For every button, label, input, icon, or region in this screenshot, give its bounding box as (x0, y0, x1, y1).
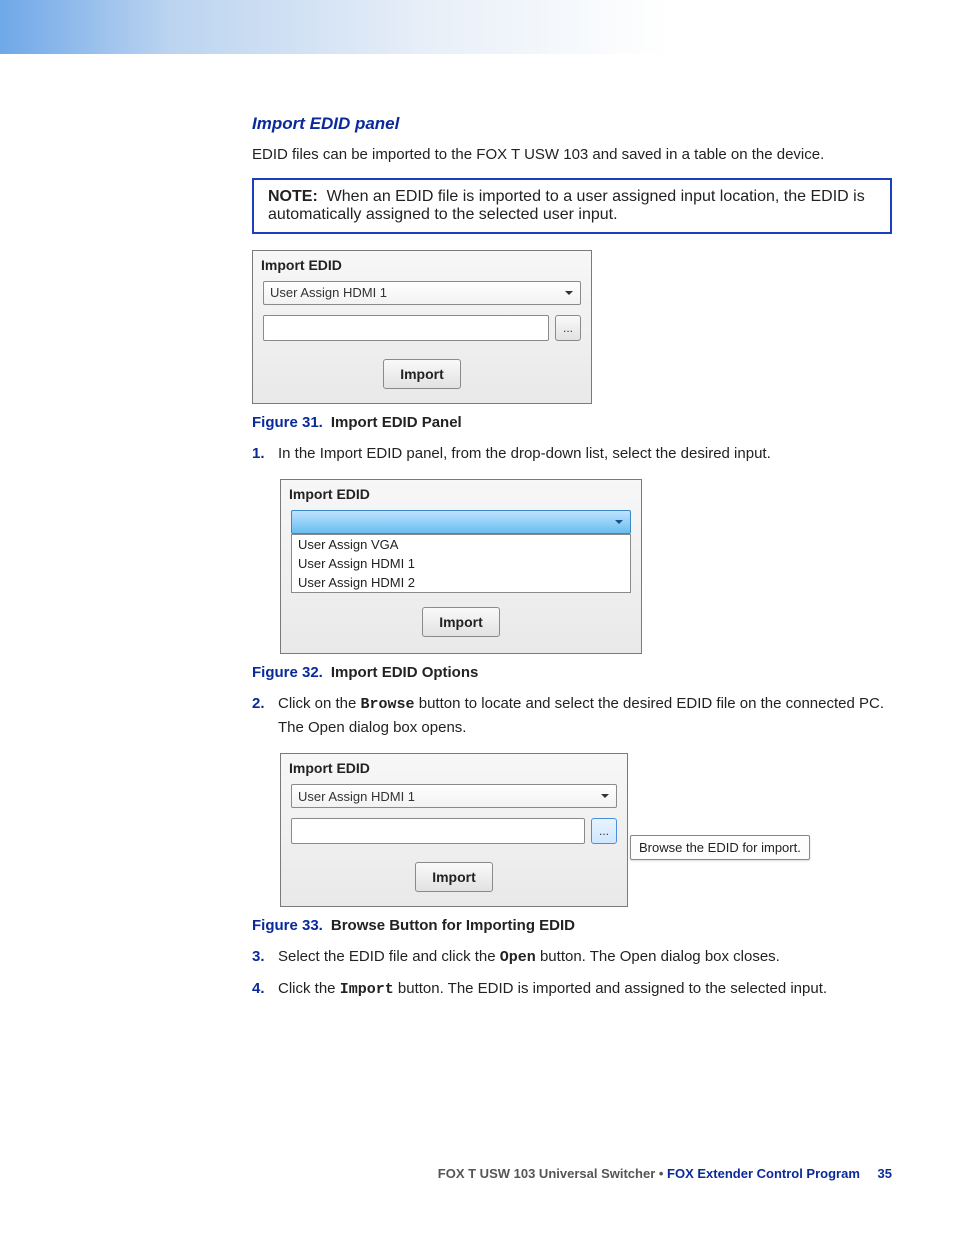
figure-caption: Figure 31. Import EDID Panel (252, 414, 892, 431)
step-number: 2. (252, 693, 265, 716)
figure-number: Figure 33. (252, 917, 323, 934)
section-heading: Import EDID panel (252, 114, 892, 134)
figure-number: Figure 31. (252, 414, 323, 431)
footer-section: FOX Extender Control Program (667, 1166, 860, 1181)
input-dropdown[interactable]: User Assign HDMI 1 (263, 281, 581, 305)
intro-text: EDID files can be imported to the FOX T … (252, 144, 892, 166)
step-text: Select the EDID file and click the Open … (278, 948, 780, 965)
step-text: Click the Import button. The EDID is imp… (278, 980, 827, 997)
dropdown-option[interactable]: User Assign HDMI 1 (292, 554, 630, 573)
chevron-down-icon (564, 288, 574, 298)
step-text: Click on the Browse button to locate and… (278, 695, 884, 736)
input-dropdown-open[interactable] (291, 510, 631, 534)
step-number: 4. (252, 978, 265, 1001)
browse-button[interactable]: ... (555, 315, 581, 341)
note-text: When an EDID file is imported to a user … (268, 188, 865, 223)
file-path-input[interactable] (263, 315, 549, 341)
step-item: 3. Select the EDID file and click the Op… (252, 946, 892, 970)
import-button[interactable]: Import (422, 607, 500, 637)
figure-title: Import EDID Options (331, 664, 479, 681)
dropdown-options: User Assign VGA User Assign HDMI 1 User … (291, 534, 631, 593)
panel-title: Import EDID (253, 251, 591, 277)
panel-title: Import EDID (281, 754, 627, 780)
step-text: In the Import EDID panel, from the drop-… (278, 445, 771, 462)
step-item: 1. In the Import EDID panel, from the dr… (252, 443, 892, 466)
import-edid-panel: Import EDID User Assign HDMI 1 ... Impor… (252, 250, 592, 404)
browse-button[interactable]: ... (591, 818, 617, 844)
browse-tooltip: Browse the EDID for import. (630, 835, 810, 860)
footer-page: 35 (878, 1166, 892, 1181)
figure-title: Browse Button for Importing EDID (331, 917, 575, 934)
import-button[interactable]: Import (415, 862, 493, 892)
figure-caption: Figure 32. Import EDID Options (252, 664, 892, 681)
step-item: 4. Click the Import button. The EDID is … (252, 978, 892, 1002)
panel-title: Import EDID (281, 480, 641, 506)
dropdown-option[interactable]: User Assign HDMI 2 (292, 573, 630, 592)
chevron-down-icon (614, 517, 624, 527)
import-button[interactable]: Import (383, 359, 461, 389)
file-path-input[interactable] (291, 818, 585, 844)
input-dropdown[interactable]: User Assign HDMI 1 (291, 784, 617, 808)
note-box: NOTE: When an EDID file is imported to a… (252, 178, 892, 234)
step-number: 3. (252, 946, 265, 969)
import-edid-panel-expanded: Import EDID User Assign VGA User Assign … (280, 479, 642, 654)
footer-product: FOX T USW 103 Universal Switcher • (438, 1166, 667, 1181)
note-label: NOTE: (268, 188, 318, 205)
figure-number: Figure 32. (252, 664, 323, 681)
step-item: 2. Click on the Browse button to locate … (252, 693, 892, 739)
chevron-down-icon (600, 791, 610, 801)
dropdown-option[interactable]: User Assign VGA (292, 535, 630, 554)
figure-caption: Figure 33. Browse Button for Importing ED… (252, 917, 892, 934)
figure-title: Import EDID Panel (331, 414, 462, 431)
dropdown-value: User Assign HDMI 1 (270, 285, 387, 300)
dropdown-value: User Assign HDMI 1 (298, 789, 415, 804)
import-edid-panel-browse: Import EDID User Assign HDMI 1 ... Impor… (280, 753, 628, 907)
step-number: 1. (252, 443, 265, 466)
